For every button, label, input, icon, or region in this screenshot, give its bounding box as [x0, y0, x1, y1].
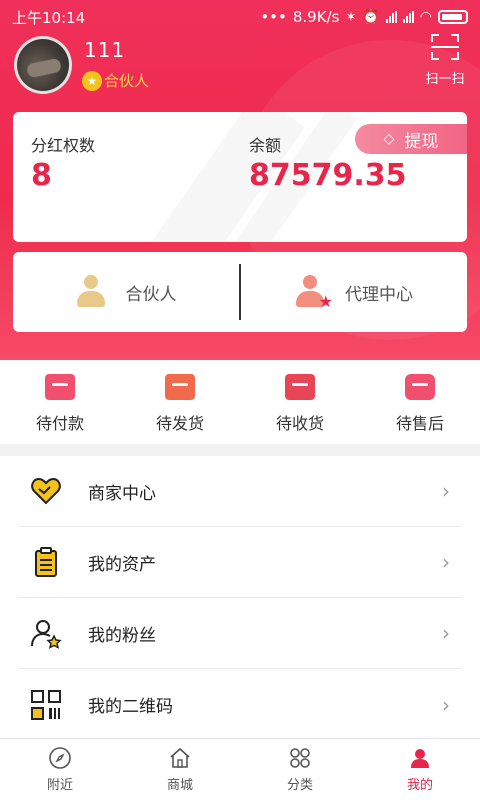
withdraw-button[interactable]: ◇ 提现 [355, 124, 467, 154]
wifi-icon: ◠ [419, 9, 432, 25]
diamond-icon: ◇ [383, 131, 395, 147]
tab-label: 分类 [286, 778, 313, 793]
tab-mine[interactable]: 我的 [360, 739, 480, 800]
menu-label: 商家中心 [88, 483, 156, 504]
balance-value: 87579.35 [249, 158, 407, 193]
member-level: ★ 合伙人 [82, 70, 149, 91]
tab-nearby[interactable]: 附近 [0, 739, 120, 800]
agent-person-star-icon: ★ [295, 275, 333, 311]
order-status-bar: 待付款 待发货 待收货 待售后 [0, 360, 480, 444]
order-label: 待发货 [155, 414, 204, 433]
qrcode-icon [31, 689, 61, 720]
menu-label: 我的二维码 [88, 697, 173, 717]
status-dots: ••• [260, 8, 287, 26]
house-icon [170, 747, 190, 768]
bluetooth-icon: ✶ [345, 9, 357, 25]
menu-item-my-qrcode[interactable]: 我的二维码 › [18, 669, 462, 740]
username: 111 [84, 38, 126, 62]
dividend-label: 分红权数 [31, 136, 96, 155]
chevron-right-icon: › [442, 692, 450, 717]
order-pending-shipment[interactable]: 待发货 [120, 360, 240, 444]
grid-icon [290, 748, 310, 768]
compass-icon [49, 747, 71, 769]
avatar[interactable] [14, 36, 72, 94]
partner-person-icon [76, 275, 106, 309]
chevron-right-icon: › [442, 550, 450, 574]
role-agent-center[interactable]: ★ 代理中心 [241, 275, 467, 311]
order-pending-receipt[interactable]: 待收货 [240, 360, 360, 444]
role-card: 合伙人 ★ 代理中心 [13, 252, 467, 332]
menu-item-merchant-center[interactable]: 商家中心 › [18, 456, 462, 527]
status-time: 上午10:14 [12, 8, 86, 27]
menu-item-my-fans[interactable]: 我的粉丝 › [18, 598, 462, 669]
order-label: 待售后 [395, 414, 444, 433]
menu-list: 商家中心 › 我的资产 › 我的粉丝 › 我的二维码 › [0, 456, 480, 740]
signal-icon [385, 11, 397, 23]
withdraw-label: 提现 [404, 131, 439, 152]
status-bar: 上午10:14 ••• 8.9K/s ✶ ⏰ ◠ [0, 0, 480, 34]
member-level-label: 合伙人 [104, 72, 150, 90]
signal-icon-2 [402, 11, 414, 23]
menu-label: 我的资产 [88, 554, 156, 575]
order-label: 待付款 [35, 414, 84, 433]
menu-item-my-assets[interactable]: 我的资产 › [18, 527, 462, 598]
order-label: 待收货 [275, 414, 324, 433]
box-clock-icon [285, 374, 315, 400]
tab-label: 商城 [166, 778, 193, 793]
chevron-right-icon: › [442, 621, 450, 645]
bottom-tab-bar: 附近 商城 分类 我的 [0, 738, 480, 800]
role-partner[interactable]: 合伙人 [13, 275, 239, 309]
tab-category[interactable]: 分类 [240, 739, 360, 800]
tab-label: 附近 [46, 778, 73, 793]
order-after-sale[interactable]: 待售后 [360, 360, 480, 444]
user-star-icon [31, 620, 62, 649]
tab-mall[interactable]: 商城 [120, 739, 240, 800]
balance-label: 余额 [249, 136, 282, 155]
order-pending-payment[interactable]: 待付款 [0, 360, 120, 444]
battery-icon [438, 10, 468, 24]
status-indicators: ••• 8.9K/s ✶ ⏰ ◠ [260, 8, 468, 26]
role-agent-label: 代理中心 [345, 284, 413, 305]
network-speed: 8.9K/s [292, 8, 340, 26]
scan-icon [431, 34, 459, 60]
tab-label: 我的 [406, 778, 433, 793]
scan-label: 扫一扫 [425, 72, 465, 87]
crown-badge-icon: ★ [82, 70, 102, 91]
section-divider [0, 444, 480, 456]
balance-card: 分红权数 8 余额 87579.35 ◇ 提现 [13, 112, 467, 242]
clipboard-icon [35, 547, 57, 577]
scan-button[interactable]: 扫一扫 [424, 34, 466, 87]
role-partner-label: 合伙人 [125, 284, 177, 305]
heart-handshake-icon [31, 477, 61, 505]
alarm-icon: ⏰ [362, 9, 380, 25]
menu-label: 我的粉丝 [88, 625, 156, 646]
dividend-value: 8 [31, 158, 52, 193]
tray-download-icon [165, 374, 195, 400]
chevron-right-icon: › [442, 479, 450, 503]
wallet-icon [45, 374, 75, 400]
person-icon [411, 749, 429, 768]
chat-bubble-icon [405, 374, 435, 400]
